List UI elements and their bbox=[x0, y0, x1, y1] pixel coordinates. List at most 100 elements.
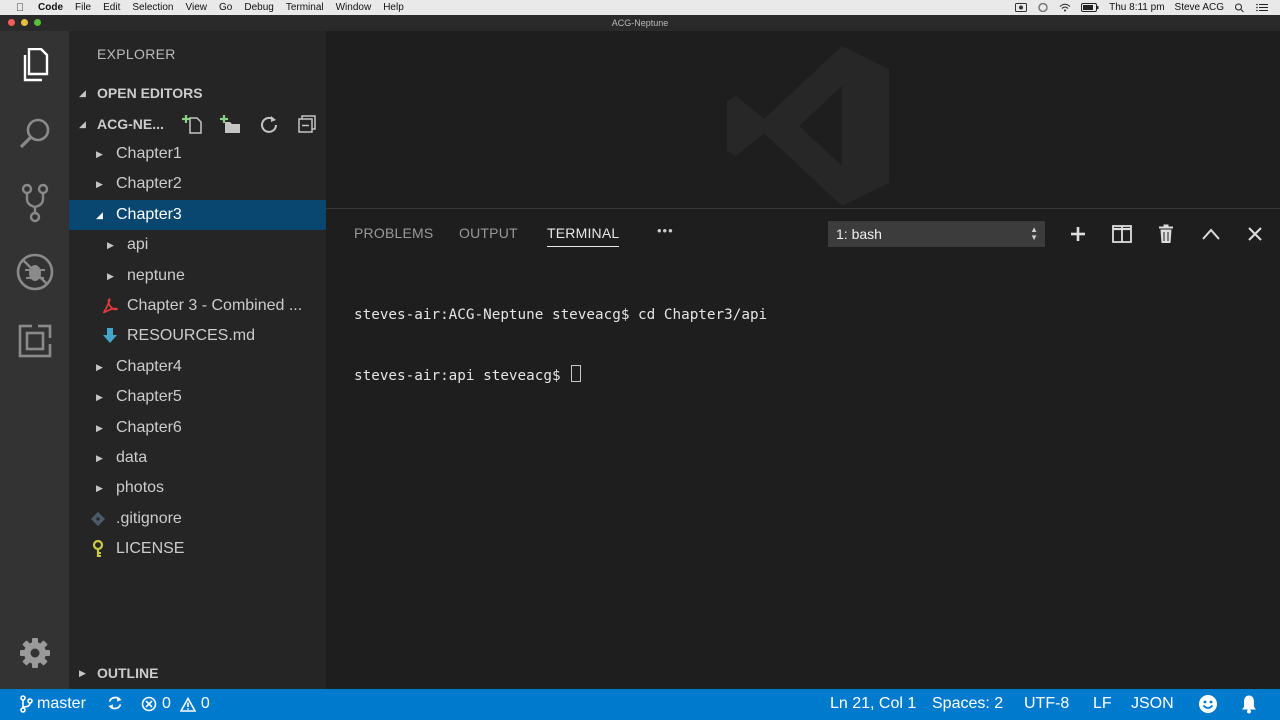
tree-file-row[interactable]: LICENSE bbox=[69, 534, 326, 564]
chevron-right-icon: ▶ bbox=[96, 483, 103, 494]
creative-cloud-icon[interactable] bbox=[1037, 2, 1049, 13]
menubar-clock[interactable]: Thu 8:11 pm bbox=[1109, 2, 1164, 13]
terminal-prompt: steves-air:api steveacg$ bbox=[354, 368, 570, 384]
menu-app-name[interactable]: Code bbox=[38, 2, 63, 13]
menu-selection[interactable]: Selection bbox=[132, 2, 173, 13]
terminal-prompt-line: steves-air:api steveacg$ bbox=[354, 365, 767, 386]
tree-file-row[interactable]: RESOURCES.md bbox=[69, 321, 326, 351]
notification-center-icon[interactable] bbox=[1256, 3, 1268, 12]
collapse-folders-button[interactable] bbox=[293, 112, 321, 136]
more-actions-button[interactable]: ••• bbox=[657, 223, 674, 238]
gear-icon[interactable] bbox=[14, 632, 56, 674]
chevron-right-icon: ▶ bbox=[96, 361, 103, 372]
tree-folder-row[interactable]: ◢ Chapter3 bbox=[69, 199, 326, 230]
tree-item-label: api bbox=[127, 236, 149, 254]
tab-problems[interactable]: PROBLEMS bbox=[354, 225, 433, 241]
new-terminal-button[interactable] bbox=[1065, 221, 1091, 247]
indentation-setting[interactable]: Spaces: 2 bbox=[932, 695, 1003, 713]
problems-indicator[interactable]: 0 0 bbox=[141, 695, 210, 713]
status-bar: master 0 0 Ln 21, Col 1 Spaces: 2 UTF-8 … bbox=[0, 689, 1280, 720]
menu-view[interactable]: View bbox=[186, 2, 208, 13]
tree-item-label: neptune bbox=[127, 266, 185, 284]
editor-area[interactable] bbox=[326, 31, 1280, 208]
explorer-title: EXPLORER bbox=[97, 46, 176, 62]
notifications-bell-icon[interactable] bbox=[1240, 694, 1258, 714]
close-panel-icon[interactable] bbox=[1242, 221, 1268, 247]
tab-output[interactable]: OUTPUT bbox=[459, 225, 518, 241]
license-key-icon bbox=[90, 540, 106, 558]
zoom-window-button[interactable] bbox=[34, 19, 41, 26]
new-folder-button[interactable] bbox=[217, 112, 245, 136]
extensions-icon[interactable] bbox=[14, 320, 56, 362]
chevron-down-icon: ◢ bbox=[96, 209, 103, 220]
chevron-right-icon: ▶ bbox=[107, 240, 114, 251]
tree-item-label: Chapter5 bbox=[116, 388, 182, 406]
activity-bar bbox=[0, 31, 69, 689]
tree-folder-row[interactable]: ▶ Chapter2 bbox=[69, 169, 326, 199]
terminal-output[interactable]: steves-air:ACG-Neptune steveacg$ cd Chap… bbox=[354, 265, 767, 426]
tree-file-row[interactable]: Chapter 3 - Combined ... bbox=[69, 291, 326, 321]
apple-logo-icon[interactable]:  bbox=[13, 2, 27, 14]
terminal-select-value: 1: bash bbox=[836, 226, 882, 242]
chevron-right-icon: ▶ bbox=[96, 179, 103, 190]
tab-terminal[interactable]: TERMINAL bbox=[547, 225, 620, 247]
eol-setting[interactable]: LF bbox=[1093, 695, 1112, 713]
tree-item-label: Chapter3 bbox=[116, 205, 182, 223]
screen-record-icon[interactable] bbox=[1015, 3, 1028, 12]
terminal-cursor bbox=[571, 365, 582, 382]
sync-button[interactable] bbox=[107, 695, 123, 711]
cursor-position[interactable]: Ln 21, Col 1 bbox=[830, 695, 916, 713]
tree-folder-row[interactable]: ▶ data bbox=[69, 443, 326, 473]
tree-file-row[interactable]: .gitignore bbox=[69, 504, 326, 534]
tree-folder-row[interactable]: ▶ Chapter4 bbox=[69, 352, 326, 382]
open-editors-section[interactable]: ◢ OPEN EDITORS bbox=[69, 78, 326, 108]
menu-terminal[interactable]: Terminal bbox=[286, 2, 324, 13]
menu-debug[interactable]: Debug bbox=[244, 2, 273, 13]
chevron-right-icon: ▶ bbox=[96, 392, 103, 403]
chevron-down-icon: ◢ bbox=[79, 118, 86, 129]
spotlight-search-icon[interactable] bbox=[1234, 3, 1246, 13]
menu-window[interactable]: Window bbox=[336, 2, 372, 13]
menu-file[interactable]: File bbox=[75, 2, 91, 13]
chevron-right-icon: ▶ bbox=[96, 422, 103, 433]
window-title-bar: ACG-Neptune bbox=[0, 15, 1280, 31]
terminal-select[interactable]: 1: bash ▲ ▼ bbox=[828, 221, 1045, 247]
bottom-panel: PROBLEMS OUTPUT TERMINAL ••• 1: bash ▲ ▼ … bbox=[326, 208, 1280, 690]
menu-help[interactable]: Help bbox=[383, 2, 404, 13]
debug-icon[interactable] bbox=[14, 251, 56, 293]
tree-item-label: Chapter 3 - Combined ... bbox=[127, 297, 303, 314]
source-control-icon[interactable] bbox=[14, 182, 56, 224]
files-icon[interactable] bbox=[14, 44, 56, 86]
workspace-folder-section[interactable]: ◢ ACG-NE... bbox=[69, 109, 326, 139]
tree-folder-row[interactable]: ▶ Chapter1 bbox=[69, 139, 326, 169]
language-mode[interactable]: JSON bbox=[1131, 695, 1174, 713]
outline-label: OUTLINE bbox=[97, 665, 159, 681]
branch-indicator[interactable]: master bbox=[19, 695, 86, 713]
warning-count: 0 bbox=[200, 695, 210, 712]
menu-go[interactable]: Go bbox=[219, 2, 232, 13]
tree-folder-row[interactable]: ▶ Chapter6 bbox=[69, 413, 326, 443]
explorer-sidebar: EXPLORER ◢ OPEN EDITORS ◢ ACG-NE... ▶ Cha… bbox=[69, 31, 326, 689]
minimize-window-button[interactable] bbox=[21, 19, 28, 26]
menu-edit[interactable]: Edit bbox=[103, 2, 120, 13]
new-file-button[interactable] bbox=[179, 112, 207, 136]
wifi-icon[interactable] bbox=[1059, 3, 1071, 12]
outline-section[interactable]: ▶ OUTLINE bbox=[69, 658, 326, 688]
tree-item-label: .gitignore bbox=[116, 509, 182, 527]
close-window-button[interactable] bbox=[8, 19, 15, 26]
encoding-setting[interactable]: UTF-8 bbox=[1024, 695, 1069, 713]
tree-folder-row[interactable]: ▶ photos bbox=[69, 473, 326, 503]
tree-item-label: RESOURCES.md bbox=[127, 327, 256, 345]
feedback-smiley-icon[interactable] bbox=[1198, 694, 1218, 714]
search-icon[interactable] bbox=[14, 113, 56, 155]
split-terminal-button[interactable] bbox=[1109, 221, 1135, 247]
tree-folder-row[interactable]: ▶ Chapter5 bbox=[69, 382, 326, 412]
battery-icon[interactable] bbox=[1081, 3, 1099, 12]
menubar-user[interactable]: Steve ACG bbox=[1175, 2, 1224, 13]
select-arrows-icon: ▲ ▼ bbox=[1030, 225, 1038, 242]
tree-folder-row[interactable]: ▶ api bbox=[69, 230, 326, 260]
tree-folder-row[interactable]: ▶ neptune bbox=[69, 261, 326, 291]
maximize-panel-icon[interactable] bbox=[1198, 221, 1224, 247]
trash-icon[interactable] bbox=[1153, 221, 1179, 247]
refresh-explorer-button[interactable] bbox=[255, 112, 283, 136]
